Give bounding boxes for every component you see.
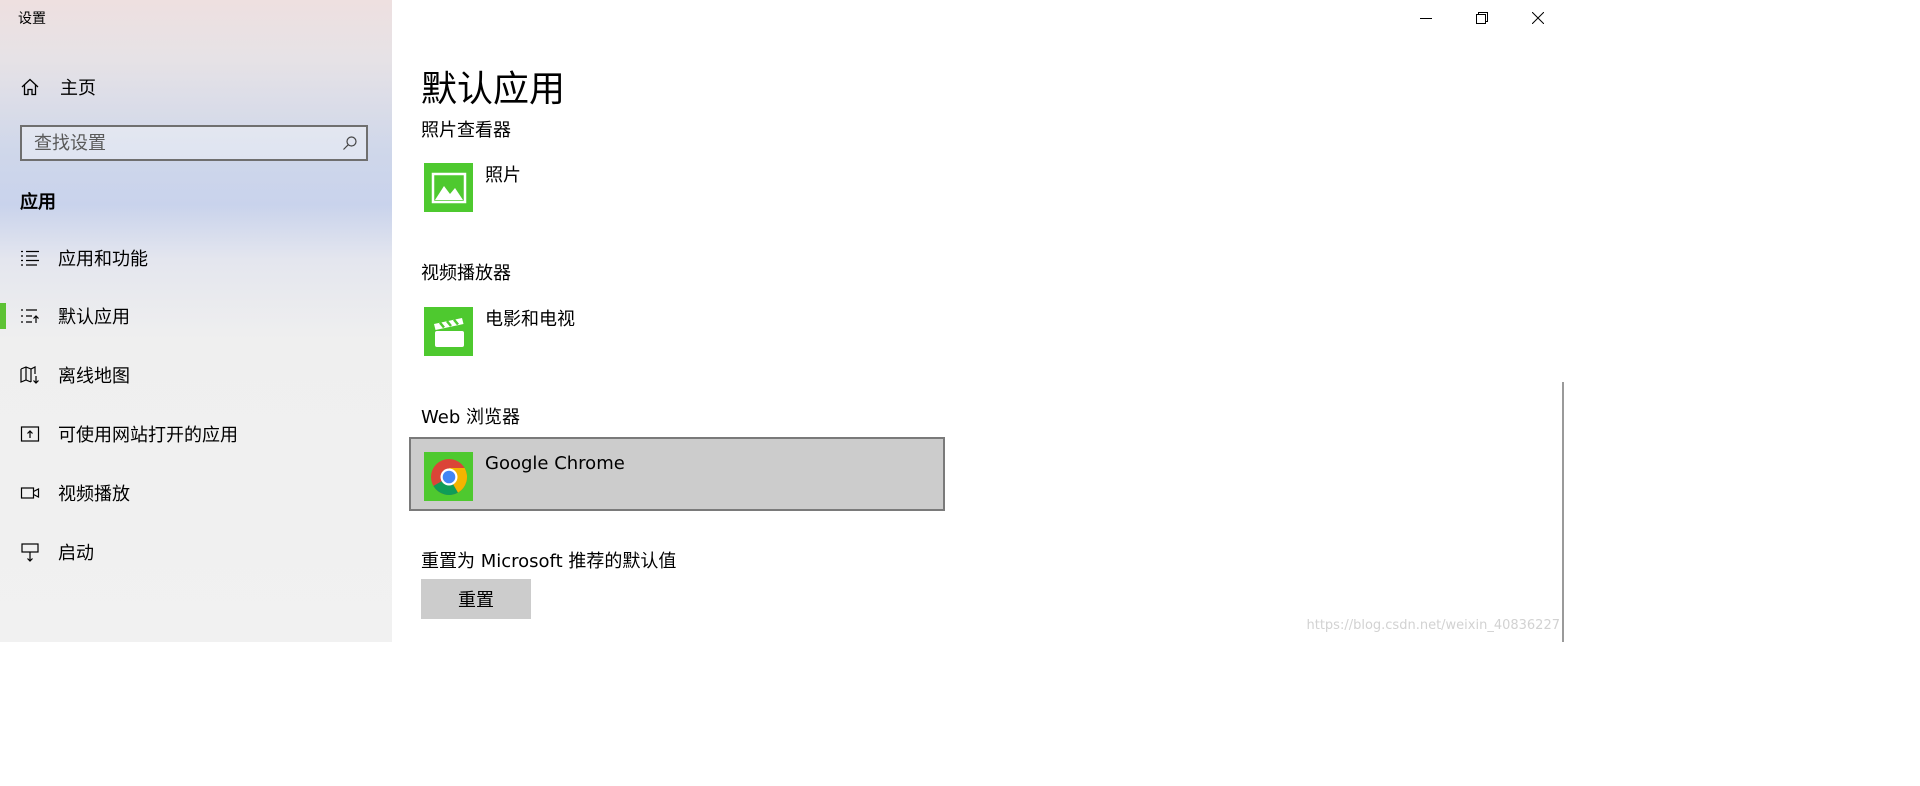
search-box bbox=[20, 125, 368, 161]
startup-icon bbox=[20, 542, 40, 562]
close-button[interactable] bbox=[1510, 0, 1566, 36]
restore-icon bbox=[1476, 12, 1488, 24]
sidebar-home[interactable]: 主页 bbox=[20, 72, 96, 102]
window-title: 设置 bbox=[18, 11, 46, 27]
restore-button[interactable] bbox=[1454, 0, 1510, 36]
apps-for-websites-icon bbox=[20, 424, 40, 444]
sidebar-item-apps-for-websites[interactable]: 可使用网站打开的应用 bbox=[0, 412, 392, 456]
sidebar-item-apps-features[interactable]: 应用和功能 bbox=[0, 236, 392, 280]
sidebar-item-video-playback[interactable]: 视频播放 bbox=[0, 471, 392, 515]
sidebar-item-default-apps[interactable]: 默认应用 bbox=[0, 294, 392, 338]
video-player-app-button[interactable]: 电影和电视 bbox=[421, 301, 961, 361]
sidebar-item-label: 默认应用 bbox=[58, 307, 130, 328]
photo-viewer-app-name: 照片 bbox=[485, 165, 521, 186]
photo-viewer-label: 照片查看器 bbox=[421, 120, 511, 141]
home-icon bbox=[20, 77, 40, 97]
close-icon bbox=[1532, 12, 1544, 24]
main-content: 默认应用 照片查看器 照片 视频播放器 电影和电视 Web 浏览器 Google… bbox=[392, 0, 1568, 642]
scrollbar[interactable] bbox=[1562, 382, 1564, 642]
photos-app-icon bbox=[424, 163, 473, 212]
movies-tv-app-icon bbox=[424, 307, 473, 356]
chrome-app-icon bbox=[424, 452, 473, 501]
video-player-label: 视频播放器 bbox=[421, 263, 511, 284]
video-player-app-name: 电影和电视 bbox=[485, 309, 575, 330]
photo-viewer-app-button[interactable]: 照片 bbox=[421, 157, 961, 217]
web-browser-label: Web 浏览器 bbox=[421, 407, 520, 428]
sidebar-section-title: 应用 bbox=[20, 192, 56, 213]
settings-window: 设置 主页 应用 bbox=[0, 0, 1568, 642]
minimize-icon bbox=[1420, 12, 1432, 24]
sidebar-home-label: 主页 bbox=[60, 78, 96, 99]
sidebar-item-label: 可使用网站打开的应用 bbox=[58, 425, 238, 446]
sidebar-item-label: 视频播放 bbox=[58, 484, 130, 505]
reset-label: 重置为 Microsoft 推荐的默认值 bbox=[421, 551, 677, 572]
sidebar-item-label: 离线地图 bbox=[58, 366, 130, 387]
apps-features-icon bbox=[20, 248, 40, 268]
watermark: https://blog.csdn.net/weixin_40836227 bbox=[1306, 618, 1560, 633]
sidebar-item-offline-maps[interactable]: 离线地图 bbox=[0, 353, 392, 397]
reset-button[interactable]: 重置 bbox=[421, 579, 531, 619]
minimize-button[interactable] bbox=[1398, 0, 1454, 36]
search-input[interactable] bbox=[22, 127, 344, 159]
page-title: 默认应用 bbox=[421, 69, 566, 110]
offline-maps-icon bbox=[20, 365, 40, 385]
search-icon[interactable] bbox=[342, 135, 358, 151]
sidebar: 设置 主页 应用 bbox=[0, 0, 392, 642]
sidebar-item-label: 启动 bbox=[58, 543, 94, 564]
web-browser-app-button[interactable]: Google Chrome bbox=[409, 437, 945, 511]
default-apps-icon bbox=[20, 306, 40, 326]
web-browser-app-name: Google Chrome bbox=[485, 453, 625, 474]
sidebar-item-label: 应用和功能 bbox=[58, 249, 148, 270]
sidebar-item-startup[interactable]: 启动 bbox=[0, 530, 392, 574]
video-playback-icon bbox=[20, 483, 40, 503]
